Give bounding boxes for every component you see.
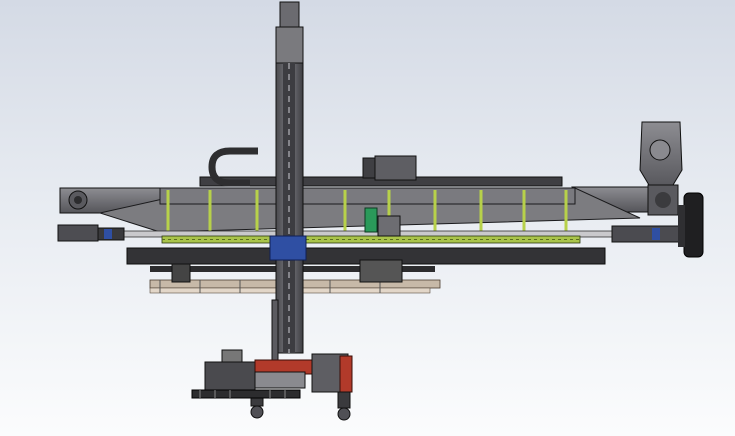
right-drive-end[interactable] xyxy=(611,121,683,243)
gantry-manipulator-model[interactable] xyxy=(0,0,735,436)
drive-wheel-icon[interactable] xyxy=(678,192,704,258)
mast-guide xyxy=(271,299,279,361)
main-boom[interactable] xyxy=(59,186,651,233)
cable-chain xyxy=(191,389,301,399)
gear-rack xyxy=(161,235,581,244)
cad-viewport[interactable] xyxy=(0,0,735,436)
